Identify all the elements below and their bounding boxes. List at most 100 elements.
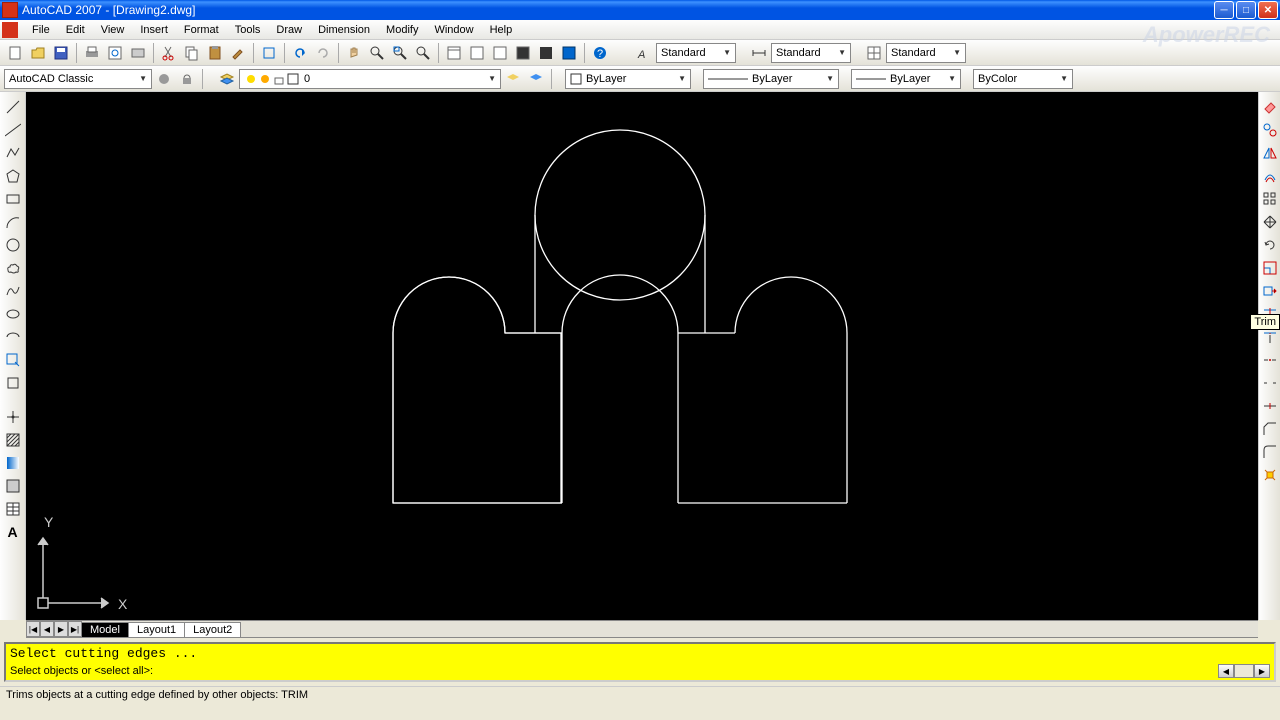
chamfer-button[interactable] — [1259, 418, 1280, 440]
scale-button[interactable] — [1259, 257, 1280, 279]
move-button[interactable] — [1259, 211, 1280, 233]
gradient-button[interactable] — [2, 452, 24, 474]
minimize-button[interactable]: ─ — [1214, 1, 1234, 19]
layer-previous-button[interactable] — [502, 68, 524, 90]
properties-button[interactable] — [443, 42, 465, 64]
lineweight-combo[interactable]: ByLayer▼ — [851, 69, 961, 89]
zoom-window-button[interactable] — [389, 42, 411, 64]
cmd-scroll-right[interactable]: ▶ — [1254, 664, 1270, 678]
match-props-button[interactable] — [227, 42, 249, 64]
ellipse-arc-button[interactable] — [2, 326, 24, 348]
break-button[interactable] — [1259, 372, 1280, 394]
cmd-scroll-track[interactable] — [1234, 664, 1254, 678]
table-button[interactable] — [2, 498, 24, 520]
menu-draw[interactable]: Draw — [268, 21, 310, 39]
insert-block-button[interactable] — [2, 349, 24, 371]
make-block-button[interactable] — [2, 372, 24, 394]
copy-button[interactable] — [181, 42, 203, 64]
menu-edit[interactable]: Edit — [58, 21, 93, 39]
tab-first-button[interactable]: |◀ — [26, 621, 40, 637]
sheet-set-button[interactable] — [512, 42, 534, 64]
zoom-realtime-button[interactable] — [366, 42, 388, 64]
menu-view[interactable]: View — [93, 21, 133, 39]
menu-format[interactable]: Format — [176, 21, 227, 39]
design-center-button[interactable] — [466, 42, 488, 64]
circle-button[interactable] — [2, 234, 24, 256]
layer-props-button[interactable] — [216, 68, 238, 90]
save-button[interactable] — [50, 42, 72, 64]
menu-window[interactable]: Window — [426, 21, 481, 39]
spline-button[interactable] — [2, 280, 24, 302]
dim-style-button[interactable] — [748, 42, 770, 64]
table-style-button[interactable] — [863, 42, 885, 64]
color-combo[interactable]: ByLayer▼ — [565, 69, 691, 89]
publish-button[interactable] — [127, 42, 149, 64]
text-style-combo[interactable]: Standard▼ — [656, 43, 736, 63]
help-button[interactable]: ? — [589, 42, 611, 64]
rotate-button[interactable] — [1259, 234, 1280, 256]
close-button[interactable]: ✕ — [1258, 1, 1278, 19]
mirror-button[interactable] — [1259, 142, 1280, 164]
pan-button[interactable] — [343, 42, 365, 64]
tab-prev-button[interactable]: ◀ — [40, 621, 54, 637]
menu-file[interactable]: File — [24, 21, 58, 39]
polyline-button[interactable] — [2, 142, 24, 164]
polygon-button[interactable] — [2, 165, 24, 187]
cmd-scroll-left[interactable]: ◀ — [1218, 664, 1234, 678]
line-button[interactable] — [2, 96, 24, 118]
explode-button[interactable] — [1259, 464, 1280, 486]
layout2-tab[interactable]: Layout2 — [184, 622, 241, 637]
command-window[interactable]: Select cutting edges ... Select objects … — [4, 642, 1276, 682]
hatch-button[interactable] — [2, 429, 24, 451]
erase-button[interactable] — [1259, 96, 1280, 118]
calc-button[interactable] — [558, 42, 580, 64]
break-at-point-button[interactable] — [1259, 349, 1280, 371]
workspace-combo[interactable]: AutoCAD Classic▼ — [4, 69, 152, 89]
menu-help[interactable]: Help — [482, 21, 521, 39]
mtext-button[interactable]: A — [2, 521, 24, 543]
tool-palettes-button[interactable] — [489, 42, 511, 64]
tab-last-button[interactable]: ▶| — [68, 621, 82, 637]
drawing-canvas[interactable]: Y X — [26, 92, 1258, 620]
menu-modify[interactable]: Modify — [378, 21, 426, 39]
rectangle-button[interactable] — [2, 188, 24, 210]
lock-ui-button[interactable] — [176, 68, 198, 90]
maximize-button[interactable]: □ — [1236, 1, 1256, 19]
arc-button[interactable] — [2, 211, 24, 233]
table-style-combo[interactable]: Standard▼ — [886, 43, 966, 63]
region-button[interactable] — [2, 475, 24, 497]
markup-button[interactable] — [535, 42, 557, 64]
offset-button[interactable] — [1259, 165, 1280, 187]
plot-button[interactable] — [81, 42, 103, 64]
point-button[interactable] — [2, 406, 24, 428]
open-button[interactable] — [27, 42, 49, 64]
plotstyle-combo[interactable]: ByColor▼ — [973, 69, 1073, 89]
join-button[interactable] — [1259, 395, 1280, 417]
new-button[interactable] — [4, 42, 26, 64]
text-style-button[interactable]: A — [633, 42, 655, 64]
layer-combo[interactable]: 0 ▼ — [239, 69, 501, 89]
ellipse-button[interactable] — [2, 303, 24, 325]
workspace-settings-button[interactable] — [153, 68, 175, 90]
revcloud-button[interactable] — [2, 257, 24, 279]
layer-states-button[interactable] — [525, 68, 547, 90]
cut-button[interactable] — [158, 42, 180, 64]
linetype-combo[interactable]: ByLayer▼ — [703, 69, 839, 89]
model-tab[interactable]: Model — [81, 622, 129, 637]
tab-next-button[interactable]: ▶ — [54, 621, 68, 637]
copy-modify-button[interactable] — [1259, 119, 1280, 141]
array-button[interactable] — [1259, 188, 1280, 210]
paste-button[interactable] — [204, 42, 226, 64]
zoom-previous-button[interactable] — [412, 42, 434, 64]
menu-dimension[interactable]: Dimension — [310, 21, 378, 39]
block-editor-button[interactable] — [258, 42, 280, 64]
menu-tools[interactable]: Tools — [227, 21, 269, 39]
command-input-line[interactable]: Select objects or <select all>: ◀ ▶ — [6, 662, 1274, 680]
menu-insert[interactable]: Insert — [132, 21, 176, 39]
fillet-button[interactable] — [1259, 441, 1280, 463]
plot-preview-button[interactable] — [104, 42, 126, 64]
stretch-button[interactable] — [1259, 280, 1280, 302]
undo-button[interactable] — [289, 42, 311, 64]
dim-style-combo[interactable]: Standard▼ — [771, 43, 851, 63]
layout1-tab[interactable]: Layout1 — [128, 622, 185, 637]
